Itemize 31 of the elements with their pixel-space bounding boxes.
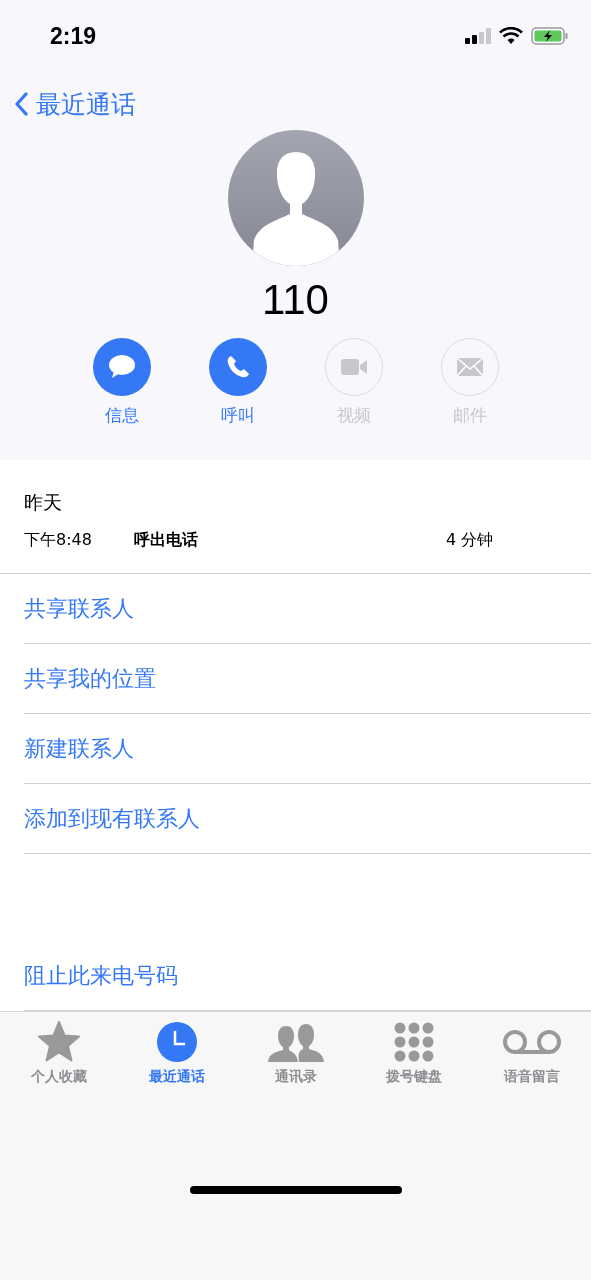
back-button[interactable]: 最近通话 xyxy=(14,87,136,121)
option-link[interactable]: 共享联系人 xyxy=(24,593,134,624)
option-link[interactable]: 添加到现有联系人 xyxy=(24,803,200,834)
signal-icon xyxy=(465,28,491,44)
option-link[interactable]: 新建联系人 xyxy=(24,733,134,764)
tab-button[interactable]: 通讯录 xyxy=(236,1020,355,1100)
action-button[interactable] xyxy=(92,338,151,396)
call-duration: 4 分钟 xyxy=(446,530,494,551)
call-type: 呼出电话 xyxy=(134,530,199,551)
action-label: 信息 xyxy=(104,404,139,427)
back-chevron-icon xyxy=(14,92,28,116)
action-button[interactable] xyxy=(208,338,267,396)
avatar-silhouette-icon xyxy=(227,130,364,266)
wifi-icon xyxy=(499,27,523,45)
call-time: 下午8:48 xyxy=(24,530,93,551)
action-label: 呼叫 xyxy=(220,404,255,427)
block-number-link[interactable]: 阻止此来电号码 xyxy=(24,960,178,991)
contact-name: 110 xyxy=(262,276,329,324)
call-date: 昨天 xyxy=(24,490,63,515)
clock-icon xyxy=(156,1021,199,1063)
tab-button[interactable]: 拨号键盘 xyxy=(354,1020,473,1100)
option-link[interactable]: 共享我的位置 xyxy=(24,663,156,694)
tab-button[interactable]: 个人收藏 xyxy=(0,1020,119,1100)
star-icon xyxy=(37,1020,82,1064)
status-time: 2:19 xyxy=(50,22,97,50)
tab-button[interactable]: 最近通话 xyxy=(118,1020,237,1100)
tab-button[interactable]: 语音留言 xyxy=(472,1020,591,1100)
people-icon xyxy=(267,1022,324,1062)
keypad-icon xyxy=(393,1022,434,1062)
voicemail-icon xyxy=(501,1029,562,1055)
battery-charging-icon xyxy=(531,27,569,45)
